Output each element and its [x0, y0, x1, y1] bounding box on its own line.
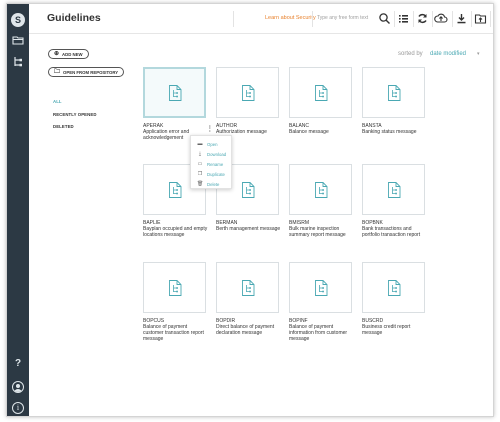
menu-item-label: Rename	[207, 161, 224, 167]
document-icon	[314, 279, 327, 296]
document-icon	[387, 84, 400, 101]
search-input[interactable]	[317, 12, 377, 24]
sort-select[interactable]: date modified	[430, 51, 466, 57]
tile-description: Direct balance of payment declaration me…	[216, 324, 275, 336]
menu-item-delete[interactable]: 🗑 Delete	[197, 181, 219, 187]
tile-description: Balance of payment information from cust…	[289, 324, 348, 342]
tile-description: Balance of payment customer transaction …	[143, 324, 204, 342]
menu-item-duplicate[interactable]: ❐ Duplicate	[197, 171, 225, 177]
trash-icon: 🗑	[197, 181, 204, 187]
folder-icon[interactable]	[12, 34, 24, 46]
tile-description: Bank transactions and portfolio transact…	[362, 226, 421, 238]
document-icon	[241, 181, 254, 198]
more-options-icon[interactable]: · · ·	[208, 124, 212, 135]
left-rail: S ? i	[7, 4, 29, 416]
tile-description: Banking status message	[362, 129, 417, 135]
sort-label: sorted by	[398, 51, 423, 57]
trash-icon[interactable]	[492, 12, 493, 25]
folder-open-icon: 🗀	[54, 69, 61, 75]
nav-item-deleted[interactable]: DELETED	[53, 124, 74, 129]
cloud-upload-icon[interactable]	[434, 12, 448, 25]
add-new-label: ADD NEW	[62, 51, 83, 57]
menu-item-label: Open	[207, 141, 218, 147]
app-logo[interactable]: S	[11, 13, 25, 27]
open-from-repository-button[interactable]: 🗀 OPEN FROM REPOSITORY	[48, 67, 125, 77]
refresh-icon[interactable]	[416, 12, 429, 25]
tile-description: Bulk marine inspection summary report me…	[289, 226, 346, 238]
menu-item-open[interactable]: ▬ Open	[197, 141, 218, 147]
learn-about-security-link[interactable]: Learn about Security	[265, 15, 316, 21]
guideline-tile[interactable]	[289, 67, 352, 118]
nav-item-recently-opened[interactable]: RECENTLY OPENED	[53, 112, 97, 117]
document-icon	[314, 181, 327, 198]
document-icon	[168, 279, 181, 296]
guideline-tile[interactable]	[289, 164, 352, 215]
header: Guidelines Learn about Security	[29, 4, 493, 34]
tile-description: Balance message	[289, 129, 329, 135]
rename-icon: ▭	[197, 161, 203, 167]
list-view-icon[interactable]	[397, 12, 410, 25]
guideline-tile[interactable]	[362, 164, 425, 215]
add-new-button[interactable]: ⊕ ADD NEW	[48, 49, 89, 59]
document-icon	[168, 84, 181, 101]
guideline-tile[interactable]	[362, 262, 425, 313]
plus-icon: ⊕	[54, 51, 60, 57]
page-title: Guidelines	[47, 12, 101, 24]
hierarchy-icon[interactable]	[12, 56, 24, 68]
app-window: S ? i Guidelines Learn about Security Ty…	[6, 3, 494, 417]
guideline-tile[interactable]	[143, 262, 206, 313]
open-repo-label: OPEN FROM REPOSITORY	[63, 69, 119, 75]
tile-description: Business credit report message	[362, 324, 411, 336]
context-menu: ▬ Open ⤓ Download ▭ Rename ❐ Duplicate 🗑…	[190, 135, 232, 189]
guideline-tile[interactable]	[216, 67, 279, 118]
tile-description: Bayplan occupied and empty locations mes…	[143, 226, 208, 238]
duplicate-icon: ❐	[197, 171, 203, 177]
document-icon	[168, 181, 181, 198]
guideline-tile[interactable]	[143, 67, 206, 118]
chevron-down-icon[interactable]: ▾	[477, 51, 480, 57]
guideline-tile[interactable]	[289, 262, 352, 313]
nav-item-all[interactable]: ALL	[53, 99, 62, 104]
help-icon[interactable]: ?	[7, 358, 29, 369]
guideline-tile[interactable]	[362, 67, 425, 118]
document-icon	[387, 279, 400, 296]
menu-item-label: Download	[207, 151, 227, 157]
document-icon	[241, 84, 254, 101]
menu-item-rename[interactable]: ▭ Rename	[197, 161, 224, 167]
document-icon	[241, 279, 254, 296]
menu-item-label: Delete	[207, 181, 220, 187]
document-icon	[314, 84, 327, 101]
download-icon[interactable]	[455, 12, 468, 25]
folder-export-icon[interactable]	[474, 12, 487, 25]
menu-item-label: Duplicate	[207, 171, 225, 177]
document-icon	[387, 181, 400, 198]
download-icon: ⤓	[198, 151, 202, 157]
menu-item-download[interactable]: ⤓ Download	[197, 151, 226, 157]
info-icon[interactable]: i	[12, 402, 24, 414]
tile-description: Berth management message	[216, 226, 281, 232]
folder-icon: ▬	[197, 141, 203, 147]
user-icon[interactable]	[12, 381, 24, 393]
search-icon[interactable]	[378, 12, 391, 25]
guideline-tile[interactable]	[216, 262, 279, 313]
